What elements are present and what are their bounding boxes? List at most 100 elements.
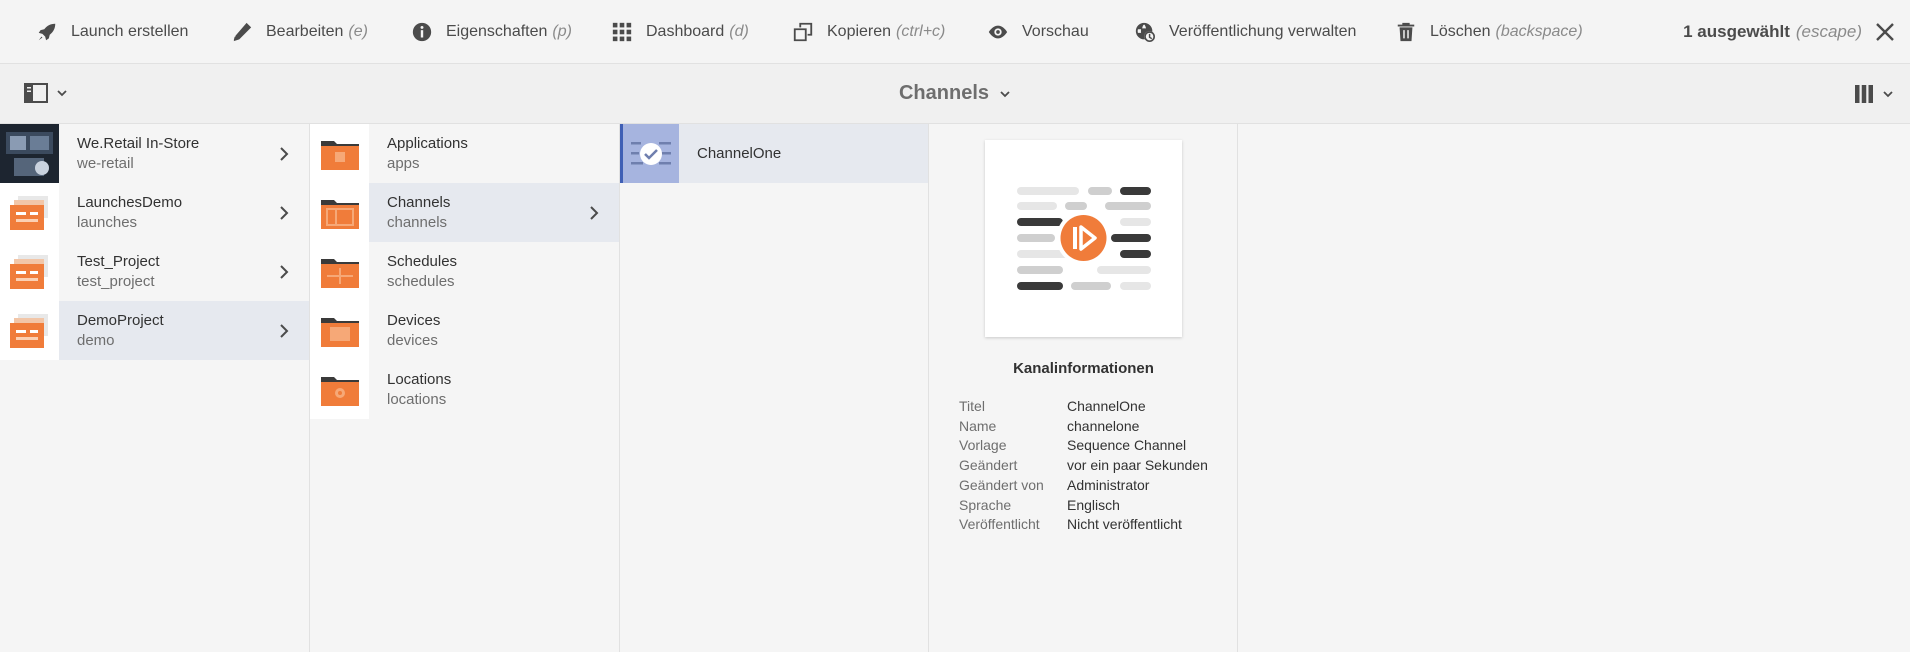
list-item[interactable]: Channels channels xyxy=(310,183,619,242)
folder-thumbnail xyxy=(310,242,369,301)
launch-label: Launch erstellen xyxy=(71,23,189,40)
item-title: Applications xyxy=(387,134,468,152)
project-stack-icon xyxy=(9,313,48,348)
preview-button[interactable]: Vorschau xyxy=(987,0,1089,64)
properties-button[interactable]: Eigenschaften (p) xyxy=(411,0,572,64)
list-item[interactable]: Applications apps xyxy=(310,124,619,183)
dashboard-label: Dashboard xyxy=(646,23,725,40)
channel-thumbnail xyxy=(620,124,679,183)
delete-button[interactable]: Löschen (backspace) xyxy=(1395,0,1583,64)
project-thumbnail xyxy=(0,301,59,360)
list-item[interactable]: Locations locations xyxy=(310,360,619,419)
close-selection-button[interactable] xyxy=(1874,21,1896,43)
item-title: We.Retail In-Store xyxy=(77,134,200,152)
folder-icon xyxy=(320,317,359,347)
project-stack-icon xyxy=(9,195,48,230)
meta-row: Geändert vor ein paar Sekunden xyxy=(959,456,1208,476)
preview-heading: Kanalinformationen xyxy=(1013,360,1154,377)
meta-row: Vorlage Sequence Channel xyxy=(959,436,1208,456)
meta-value: Englisch xyxy=(1067,496,1120,513)
edit-button[interactable]: Bearbeiten (e) xyxy=(231,0,368,64)
folder-icon xyxy=(320,258,359,288)
channel-metadata: Titel ChannelOne Name channelone Vorlage Se… xyxy=(959,397,1208,535)
chevron-down-icon xyxy=(1000,91,1010,97)
column-projects: We.Retail In-Store we-retail LaunchesDem… xyxy=(0,124,310,652)
folder-icon xyxy=(320,376,359,406)
meta-row: Geändert von Administrator xyxy=(959,476,1208,496)
item-subtitle: devices xyxy=(387,331,438,349)
list-item[interactable]: Test_Project test_project xyxy=(0,242,309,301)
eye-icon xyxy=(988,25,1008,39)
properties-label: Eigenschaften xyxy=(446,23,548,40)
item-subtitle: schedules xyxy=(387,272,455,290)
page-title[interactable]: Channels xyxy=(0,82,1910,105)
item-title: Devices xyxy=(387,311,441,329)
item-subtitle: apps xyxy=(387,154,420,172)
pencil-icon xyxy=(233,22,252,42)
meta-value: ChannelOne xyxy=(1067,398,1146,414)
item-title: ChannelOne xyxy=(697,144,782,162)
dashboard-button[interactable]: Dashboard (d) xyxy=(611,0,749,64)
folder-thumbnail xyxy=(310,301,369,360)
manage-publication-button[interactable]: Veröffentlichung verwalten xyxy=(1134,0,1356,64)
item-subtitle: locations xyxy=(387,390,447,408)
copy-shortcut: (ctrl+c) xyxy=(896,23,946,40)
action-bar: Launch erstellen Bearbeiten (e) Eigensch… xyxy=(0,0,1910,64)
meta-key: Name xyxy=(959,417,997,434)
list-item[interactable]: We.Retail In-Store we-retail xyxy=(0,124,309,183)
chevron-right-icon xyxy=(279,264,289,280)
meta-key: Geändert von xyxy=(959,476,1044,493)
item-subtitle: launches xyxy=(77,213,138,231)
item-subtitle: test_project xyxy=(77,272,155,290)
meta-row: Veröffentlicht Nicht veröffentlicht xyxy=(959,515,1208,535)
project-thumbnail xyxy=(0,242,59,301)
properties-shortcut: (p) xyxy=(552,23,572,40)
list-item[interactable]: LaunchesDemo launches xyxy=(0,183,309,242)
folder-thumbnail xyxy=(310,183,369,242)
list-item[interactable]: DemoProject demo xyxy=(0,301,309,360)
title-bar: Channels xyxy=(0,64,1910,124)
manage-publication-label: Veröffentlichung verwalten xyxy=(1169,23,1357,40)
selected-check-icon xyxy=(631,141,671,165)
column-channels: ChannelOne xyxy=(620,124,929,652)
list-item[interactable]: Schedules schedules xyxy=(310,242,619,301)
delete-shortcut: (backspace) xyxy=(1495,23,1583,40)
project-thumbnail xyxy=(0,183,59,242)
chevron-right-icon xyxy=(589,205,599,221)
item-title: Test_Project xyxy=(77,252,160,270)
list-item[interactable]: ChannelOne xyxy=(620,124,928,183)
project-stack-icon xyxy=(9,254,48,289)
folder-thumbnail xyxy=(310,360,369,419)
meta-value: channelone xyxy=(1067,417,1140,434)
item-subtitle: we-retail xyxy=(77,154,134,172)
copy-icon xyxy=(793,22,813,42)
sequence-channel-icon xyxy=(1017,187,1151,290)
item-title: LaunchesDemo xyxy=(77,193,183,211)
item-title: DemoProject xyxy=(77,311,164,329)
close-icon xyxy=(1876,23,1894,41)
selection-count: 1 ausgewählt xyxy=(1683,22,1790,41)
rocket-icon xyxy=(38,23,56,41)
meta-row: Sprache Englisch xyxy=(959,496,1208,516)
edit-shortcut: (e) xyxy=(348,23,368,40)
chevron-right-icon xyxy=(279,323,289,339)
meta-value: vor ein paar Sekunden xyxy=(1067,457,1208,474)
page-title-label: Channels xyxy=(898,82,990,104)
meta-key: Veröffentlicht xyxy=(959,516,1040,533)
view-switcher-button[interactable] xyxy=(1854,84,1894,104)
selection-shortcut: (escape) xyxy=(1795,22,1862,41)
list-item[interactable]: Devices devices xyxy=(310,301,619,360)
copy-button[interactable]: Kopieren (ctrl+c) xyxy=(792,0,945,64)
store-photo-icon xyxy=(0,124,59,183)
item-title: Channels xyxy=(387,193,451,211)
launch-button[interactable]: Launch erstellen xyxy=(36,0,188,64)
folder-icon xyxy=(320,199,359,229)
empty-column xyxy=(1238,124,1910,652)
trash-icon xyxy=(1397,22,1415,42)
preview-column: Kanalinformationen Titel ChannelOne Name c… xyxy=(929,124,1238,652)
meta-row: Name channelone xyxy=(959,417,1208,437)
chevron-right-icon xyxy=(279,146,289,162)
channel-preview-card xyxy=(985,140,1182,337)
item-subtitle: demo xyxy=(77,331,115,349)
selection-info: 1 ausgewählt (escape) xyxy=(1683,0,1862,64)
